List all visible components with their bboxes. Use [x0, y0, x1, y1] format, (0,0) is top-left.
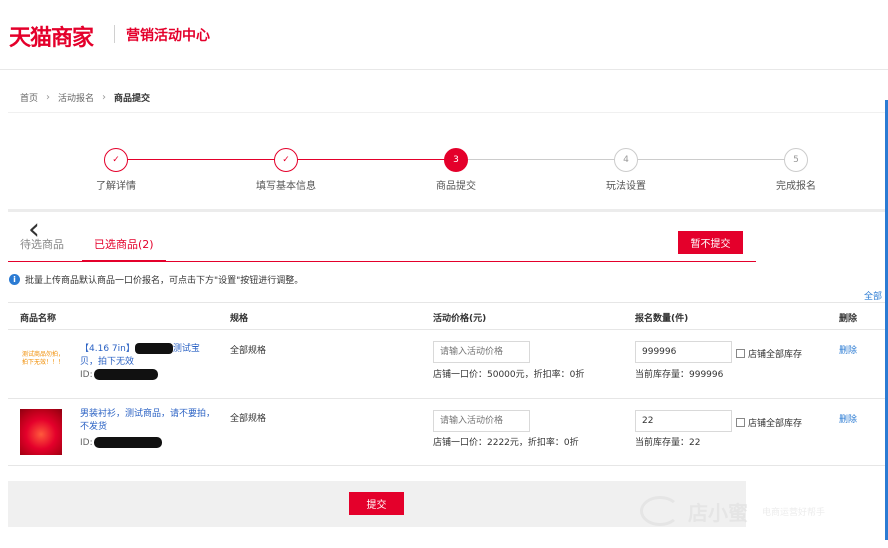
step-3-label: 商品提交 — [436, 181, 476, 192]
current-stock-info: 当前库存量：22 — [635, 438, 701, 448]
checkbox-icon[interactable] — [736, 349, 745, 358]
col-goods-name: 商品名称 — [20, 314, 57, 324]
checkbox-icon[interactable] — [736, 418, 745, 427]
watermark-logo-icon — [640, 496, 680, 526]
top-header: 天猫商家 营销活动中心 — [0, 0, 888, 70]
goods-title-prefix: 【4.16 7in】 — [80, 344, 135, 354]
tab-selected-goods[interactable]: 已选商品(2) — [82, 236, 166, 262]
breadcrumb: 首页 › 活动报名 › 商品提交 — [20, 91, 150, 104]
delete-link[interactable]: 删除 — [839, 343, 857, 356]
all-stock-checkbox[interactable]: 店铺全部库存 — [736, 347, 802, 360]
table-header: 商品名称 规格 活动价格(元) 报名数量(件) 删除 — [8, 303, 888, 330]
breadcrumb-current: 商品提交 — [114, 94, 151, 104]
signup-qty-input[interactable] — [635, 410, 732, 432]
step-3-circle: 3 — [444, 148, 468, 172]
chevron-right-icon: › — [102, 92, 107, 103]
breadcrumb-home[interactable]: 首页 — [20, 91, 38, 104]
tab-pending-goods[interactable]: 待选商品 — [20, 236, 64, 252]
table-row: 测试商品勿拍，拍下无效！！！ 【4.16 7in】 测试宝贝，拍下无效 ID: 全… — [8, 331, 888, 399]
goods-id-label: ID: — [80, 437, 93, 448]
step-5-circle: 5 — [784, 148, 808, 172]
goods-table: 商品名称 规格 活动价格(元) 报名数量(件) 删除 测试商品勿拍，拍下无效！！… — [8, 302, 888, 466]
page: 天猫商家 营销活动中心 首页 › 活动报名 › 商品提交 ✓ 了解详情 ✓ 填写… — [0, 0, 888, 548]
submit-button[interactable]: 提交 — [349, 492, 404, 515]
step-connector — [468, 159, 615, 160]
all-stock-checkbox[interactable]: 店铺全部库存 — [736, 416, 802, 429]
watermark-slogan: 电商运营好帮手 — [762, 507, 826, 518]
shop-price-info: 店铺一口价：2222元，折扣率：0折 — [433, 438, 579, 448]
all-stock-label: 店铺全部库存 — [748, 350, 803, 360]
breadcrumb-activity[interactable]: 活动报名 — [58, 91, 94, 104]
col-delete: 删除 — [839, 314, 858, 324]
step-2-label: 填写基本信息 — [256, 181, 316, 192]
step-connector — [128, 159, 275, 160]
col-spec: 规格 — [230, 314, 249, 324]
goods-thumbnail[interactable] — [20, 409, 62, 455]
goods-id: ID: — [80, 437, 162, 448]
notice-bar: i 批量上传商品默认商品一口价报名，可点击下方"设置"按钮进行调整。 — [9, 273, 303, 286]
step-1-label: 了解详情 — [96, 181, 136, 192]
col-activity-price: 活动价格(元) — [433, 314, 487, 324]
watermark: 店小蜜 电商运营好帮手 — [640, 496, 825, 526]
goods-title-link[interactable]: 【4.16 7in】 测试宝贝，拍下无效 — [80, 343, 215, 369]
progress-steps: ✓ 了解详情 ✓ 填写基本信息 3 商品提交 4 玩法设置 5 完成报名 — [8, 112, 888, 212]
signup-qty-input[interactable] — [635, 341, 732, 363]
goods-tabs: 待选商品 已选商品(2) — [8, 230, 756, 262]
step-connector — [298, 159, 445, 160]
info-icon: i — [9, 274, 20, 285]
redaction-mark — [93, 437, 162, 448]
goods-id-label: ID: — [80, 369, 93, 380]
hold-submit-button[interactable]: 暂不提交 — [678, 231, 743, 254]
shop-price-info: 店铺一口价：50000元，折扣率：0折 — [433, 370, 585, 380]
step-4-label: 玩法设置 — [606, 181, 646, 192]
tmall-logo[interactable]: 天猫商家 — [9, 20, 94, 52]
current-stock-info: 当前库存量：999996 — [635, 370, 724, 380]
goods-id: ID: — [80, 369, 158, 380]
delete-link[interactable]: 删除 — [839, 412, 857, 425]
activity-price-input[interactable] — [433, 341, 530, 363]
notice-text: 批量上传商品默认商品一口价报名，可点击下方"设置"按钮进行调整。 — [25, 276, 304, 286]
redaction-mark — [93, 369, 158, 380]
chevron-right-icon: › — [46, 92, 51, 103]
step-1-check-icon: ✓ — [104, 148, 128, 172]
step-4-circle: 4 — [614, 148, 638, 172]
step-5-label: 完成报名 — [776, 181, 816, 192]
redaction-mark — [134, 343, 173, 354]
all-stock-label: 店铺全部库存 — [748, 419, 803, 429]
table-row: 男装衬衫，测试商品，请不要拍，不发货 ID: 全部规格 店铺一口价：2222元，… — [8, 399, 888, 467]
watermark-brand: 店小蜜 — [688, 500, 748, 525]
goods-title-link[interactable]: 男装衬衫，测试商品，请不要拍，不发货 — [80, 408, 215, 434]
logo-divider — [114, 25, 115, 43]
header-subtitle: 营销活动中心 — [126, 28, 210, 44]
goods-thumbnail[interactable]: 测试商品勿拍，拍下无效！！！ — [20, 345, 66, 379]
step-connector — [638, 159, 785, 160]
goods-spec: 全部规格 — [230, 346, 267, 356]
goods-spec: 全部规格 — [230, 414, 267, 424]
activity-price-input[interactable] — [433, 410, 530, 432]
col-signup-qty: 报名数量(件) — [635, 314, 689, 324]
all-settings-link[interactable]: 全部 — [864, 289, 882, 302]
step-2-check-icon: ✓ — [274, 148, 298, 172]
